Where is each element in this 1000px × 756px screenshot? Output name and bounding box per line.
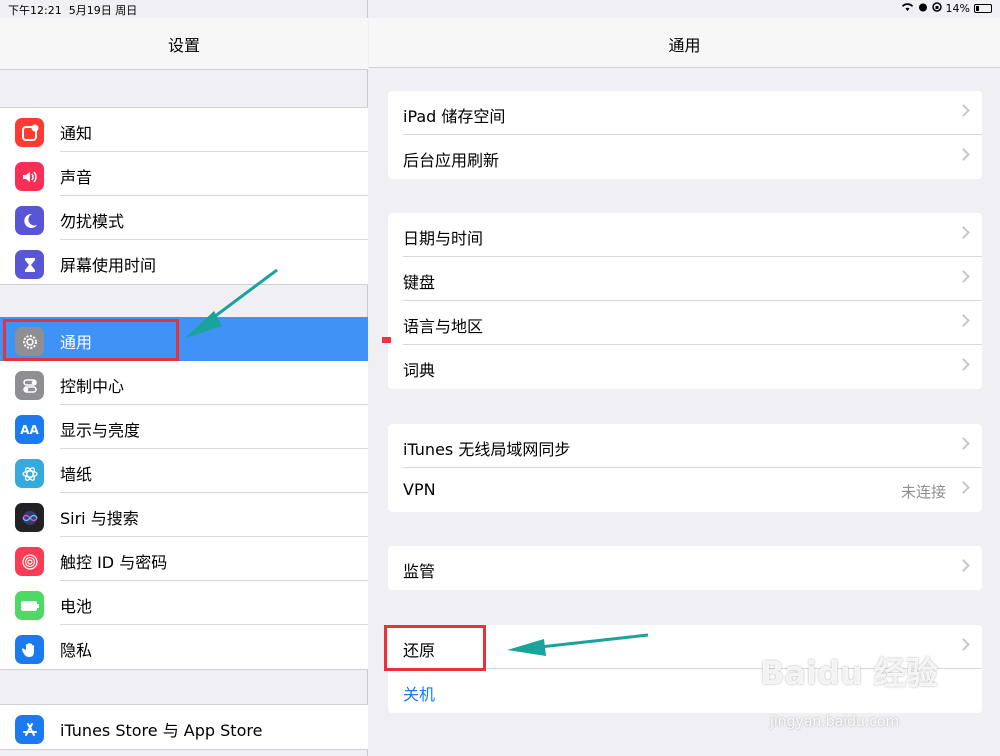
sidebar-item-sounds[interactable]: 声音 (0, 152, 368, 196)
sidebar-item-label: 屏幕使用时间 (60, 256, 157, 275)
red-marker (382, 337, 391, 343)
sidebar-item-label: 隐私 (60, 641, 93, 660)
row-label: 日期与时间 (403, 229, 484, 248)
card-storage: iPad 储存空间 后台应用刷新 (388, 91, 982, 179)
sidebar-item-siri-search[interactable]: Siri 与搜索 (0, 493, 368, 537)
row-label: 键盘 (403, 273, 436, 292)
row-label: 后台应用刷新 (403, 151, 500, 170)
chevron-right-icon (957, 270, 970, 283)
sidebar-item-label: iTunes Store 与 App Store (60, 721, 263, 740)
sidebar-item-battery[interactable]: 电池 (0, 581, 368, 625)
sidebar-item-label: 显示与亮度 (60, 421, 141, 440)
status-time: 下午12:21 (8, 4, 62, 17)
row-date-time[interactable]: 日期与时间 (388, 213, 982, 257)
sidebar-item-label: 勿扰模式 (60, 212, 125, 231)
row-keyboard[interactable]: 键盘 (388, 257, 982, 301)
chevron-right-icon (957, 437, 970, 450)
sidebar-item-label: Siri 与搜索 (60, 509, 139, 528)
text-size-icon: AA (15, 415, 44, 444)
card-supervision: 监管 (388, 546, 982, 590)
row-supervision[interactable]: 监管 (388, 546, 982, 590)
fingerprint-icon (15, 547, 44, 576)
sidebar-group-3: iTunes Store 与 App Store (0, 704, 368, 750)
row-label: iPad 储存空间 (403, 107, 506, 126)
sidebar-item-wallpaper[interactable]: 墙纸 (0, 449, 368, 493)
sidebar-item-do-not-disturb[interactable]: 勿扰模式 (0, 196, 368, 240)
settings-screen: 设置 通知 声音 勿扰模式 屏幕使用时间 通用 控制中心 AA 显示与亮度 墙纸… (0, 0, 1000, 756)
chevron-right-icon (957, 226, 970, 239)
sidebar-item-label: 声音 (60, 168, 93, 187)
notifications-icon (15, 118, 44, 147)
row-label: 监管 (403, 562, 436, 581)
flower-icon (15, 459, 44, 488)
chevron-right-icon (957, 148, 970, 161)
sidebar-item-label: 触控 ID 与密码 (60, 553, 168, 572)
sidebar-group-2: 通用 控制中心 AA 显示与亮度 墙纸 Siri 与搜索 触控 ID 与密码 电… (0, 317, 368, 670)
chevron-right-icon (957, 559, 970, 572)
card-network: iTunes 无线局域网同步 VPN 未连接 (388, 424, 982, 512)
sidebar-item-label: 通知 (60, 124, 93, 143)
sidebar-item-label: 控制中心 (60, 377, 125, 396)
watermark-url: jingyan.baidu.com (770, 714, 900, 730)
sidebar-item-label: 电池 (60, 597, 93, 616)
sidebar-title: 设置 (167, 36, 200, 55)
moon-icon (15, 206, 44, 235)
sidebar-item-control-center[interactable]: 控制中心 (0, 361, 368, 405)
app-store-icon (15, 715, 44, 744)
row-ipad-storage[interactable]: iPad 储存空间 (388, 91, 982, 135)
baidu-watermark: Baidu 经验 (760, 654, 938, 692)
sidebar-item-notifications[interactable]: 通知 (0, 108, 368, 152)
hourglass-icon (15, 250, 44, 279)
row-language-region[interactable]: 语言与地区 (388, 301, 982, 345)
sidebar-item-touch-id-passcode[interactable]: 触控 ID 与密码 (0, 537, 368, 581)
chevron-right-icon (957, 314, 970, 327)
row-label: 词典 (403, 361, 436, 380)
highlight-box-general (3, 319, 179, 361)
status-indicators: 14% (901, 2, 992, 15)
card-locale: 日期与时间 键盘 语言与地区 词典 (388, 213, 982, 389)
chevron-right-icon (957, 358, 970, 371)
row-vpn[interactable]: VPN 未连接 (388, 468, 982, 512)
sidebar-item-display-brightness[interactable]: AA 显示与亮度 (0, 405, 368, 449)
alarm-icon (918, 2, 928, 15)
battery-icon (974, 4, 992, 13)
battery-icon (15, 591, 44, 620)
row-itunes-wifi-sync[interactable]: iTunes 无线局域网同步 (388, 424, 982, 468)
chevron-right-icon (957, 104, 970, 117)
orientation-lock-icon (931, 2, 942, 15)
hand-icon (15, 635, 44, 664)
sidebar-header: 设置 (0, 18, 368, 70)
sidebar-item-privacy[interactable]: 隐私 (0, 625, 368, 669)
row-background-app-refresh[interactable]: 后台应用刷新 (388, 135, 982, 179)
battery-percent: 14% (945, 2, 970, 15)
wifi-icon (901, 2, 914, 15)
sidebar-group-1: 通知 声音 勿扰模式 屏幕使用时间 (0, 107, 368, 285)
shut-down-button[interactable]: 关机 (403, 681, 435, 705)
toggles-icon (15, 371, 44, 400)
main-header: 通用 (369, 18, 1000, 68)
status-bar: 下午12:21 5月19日 周日 14% (0, 0, 1000, 18)
chevron-right-icon (957, 481, 970, 494)
row-label: VPN (403, 480, 436, 499)
sidebar-item-label: 墙纸 (60, 465, 93, 484)
highlight-box-reset (384, 625, 486, 671)
vpn-status: 未连接 (900, 483, 946, 501)
chevron-right-icon (957, 638, 970, 651)
row-dictionary[interactable]: 词典 (388, 345, 982, 389)
page-title: 通用 (668, 36, 701, 55)
sidebar-item-itunes-app-store[interactable]: iTunes Store 与 App Store (0, 705, 368, 749)
status-date: 5月19日 周日 (68, 4, 138, 17)
row-label: 语言与地区 (403, 317, 484, 336)
row-label: iTunes 无线局域网同步 (403, 440, 571, 459)
speaker-icon (15, 162, 44, 191)
siri-icon (15, 503, 44, 532)
settings-sidebar: 设置 通知 声音 勿扰模式 屏幕使用时间 通用 控制中心 AA 显示与亮度 墙纸… (0, 0, 368, 756)
status-time-date: 下午12:21 5月19日 周日 (8, 2, 137, 18)
sidebar-item-screen-time[interactable]: 屏幕使用时间 (0, 240, 368, 284)
